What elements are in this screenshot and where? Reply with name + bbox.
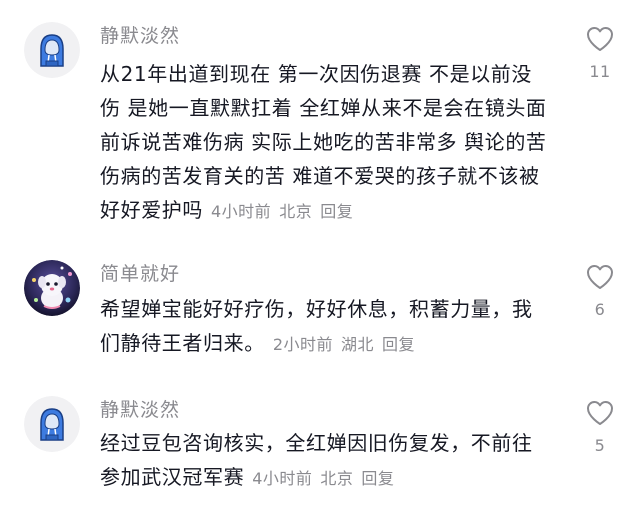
like-button[interactable]: 5 xyxy=(580,400,620,455)
comment-time: 4小时前 xyxy=(211,202,272,221)
cartoon-dog-icon xyxy=(24,260,80,316)
comment-item: 简单就好 希望婵宝能好好疗伤，好好休息，积蓄力量，我们静待王者归来。 2小时前 湖北… xyxy=(0,250,640,370)
avatar[interactable] xyxy=(24,396,80,452)
like-count: 11 xyxy=(589,62,611,81)
comment-text: 从21年出道到现在 第一次因伤退赛 不是以前没伤 是她一直默默扛着 全红婵从来不… xyxy=(100,62,547,222)
comment-body: 经过豆包咨询核实，全红婵因旧伤复发，不前往参加武汉冠军赛 4小时前 北京 回复 xyxy=(100,426,550,496)
like-count: 5 xyxy=(594,436,606,455)
comment-username[interactable]: 简单就好 xyxy=(100,262,180,286)
avatar[interactable] xyxy=(24,260,80,316)
comment-location: 北京 xyxy=(320,469,354,488)
comment-location: 湖北 xyxy=(341,335,375,354)
blue-hoodie-icon xyxy=(24,396,80,452)
comment-username[interactable]: 静默淡然 xyxy=(100,398,180,422)
comment-meta: 4小时前 北京 回复 xyxy=(211,202,361,221)
like-button[interactable]: 6 xyxy=(580,264,620,319)
heart-icon xyxy=(587,265,613,289)
comment-username[interactable]: 静默淡然 xyxy=(100,24,180,48)
reply-button[interactable]: 回复 xyxy=(320,202,353,221)
comment-time: 4小时前 xyxy=(252,469,313,488)
comment-time: 2小时前 xyxy=(272,335,333,354)
comment-item: 静默淡然 经过豆包咨询核实，全红婵因旧伤复发，不前往参加武汉冠军赛 4小时前 北京回… xyxy=(0,386,640,511)
like-count: 6 xyxy=(594,300,606,319)
comment-location: 北京 xyxy=(279,202,313,221)
avatar[interactable] xyxy=(24,22,80,78)
comment-meta: 4小时前 北京 回复 xyxy=(252,469,402,488)
heart-icon xyxy=(587,27,613,51)
comment-item: 静默淡然 从21年出道到现在 第一次因伤退赛 不是以前没伤 是她一直默默扛着 全… xyxy=(0,0,640,240)
blue-hoodie-icon xyxy=(24,22,80,78)
heart-icon xyxy=(587,401,613,425)
comment-body: 从21年出道到现在 第一次因伤退赛 不是以前没伤 是她一直默默扛着 全红婵从来不… xyxy=(100,57,550,229)
comment-body: 希望婵宝能好好疗伤，好好休息，积蓄力量，我们静待王者归来。 2小时前 湖北 回复 xyxy=(100,292,550,362)
comment-meta: 2小时前 湖北 回复 xyxy=(273,335,423,354)
reply-button[interactable]: 回复 xyxy=(361,469,394,488)
like-button[interactable]: 11 xyxy=(580,26,620,81)
reply-button[interactable]: 回复 xyxy=(382,335,415,354)
